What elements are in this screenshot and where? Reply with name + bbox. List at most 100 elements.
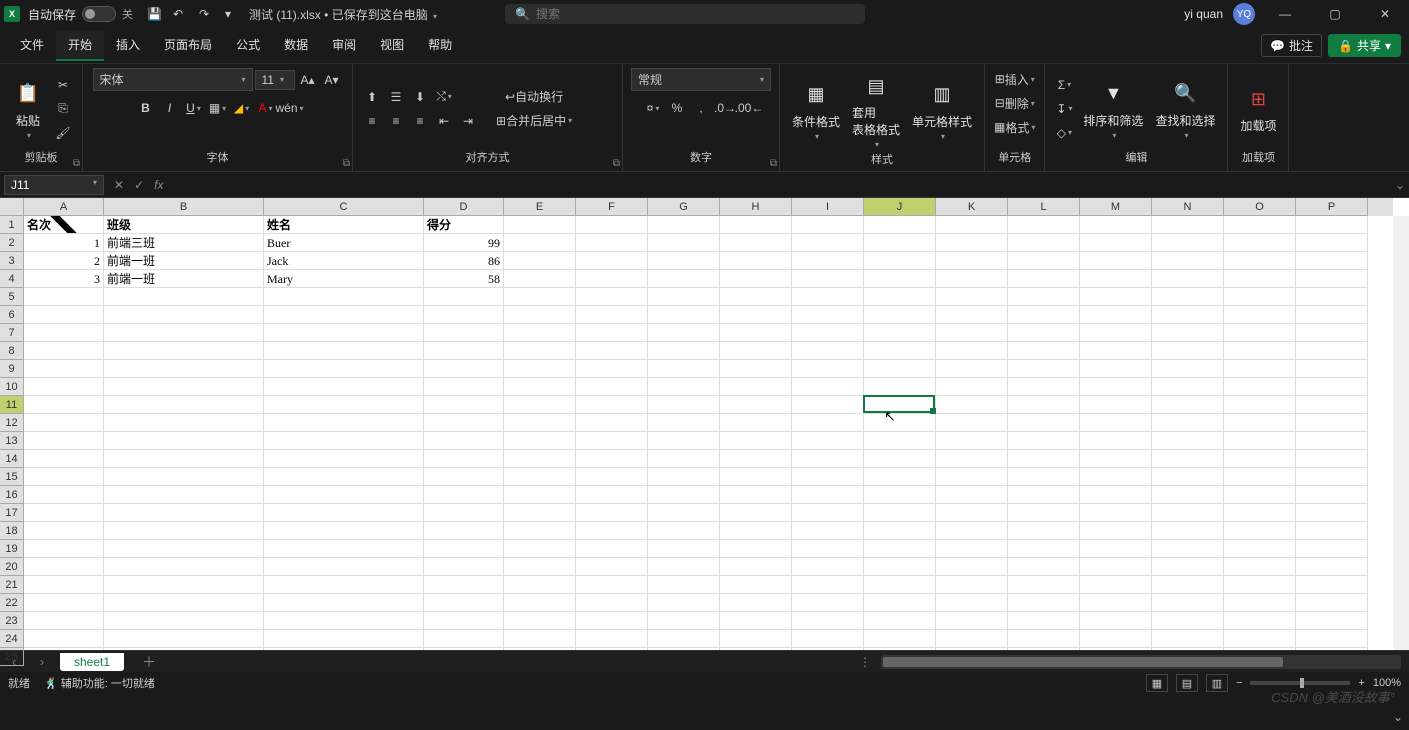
cell[interactable] xyxy=(720,504,792,522)
cell[interactable] xyxy=(1080,342,1152,360)
search-box[interactable]: 🔍 xyxy=(505,4,865,24)
cell[interactable] xyxy=(1224,468,1296,486)
cell[interactable] xyxy=(504,450,576,468)
cell[interactable] xyxy=(1152,576,1224,594)
cell[interactable] xyxy=(792,342,864,360)
zoom-slider[interactable] xyxy=(1250,681,1350,685)
cell[interactable] xyxy=(1224,558,1296,576)
cell[interactable] xyxy=(264,468,424,486)
cell[interactable] xyxy=(648,558,720,576)
cell[interactable] xyxy=(1008,450,1080,468)
cell[interactable] xyxy=(1296,612,1368,630)
cell[interactable] xyxy=(1296,468,1368,486)
cell[interactable] xyxy=(720,432,792,450)
cell[interactable] xyxy=(720,324,792,342)
currency-icon[interactable]: ¤▾ xyxy=(642,97,664,119)
formula-input[interactable] xyxy=(173,175,1391,194)
cell[interactable] xyxy=(424,450,504,468)
column-header[interactable]: E xyxy=(504,198,576,216)
user-avatar[interactable]: YQ xyxy=(1233,3,1255,25)
cell[interactable] xyxy=(792,540,864,558)
expand-formula-bar-icon[interactable]: ⌄ xyxy=(1391,178,1409,192)
cell[interactable] xyxy=(1296,216,1368,234)
cell[interactable] xyxy=(1224,396,1296,414)
cell[interactable] xyxy=(264,612,424,630)
cell[interactable] xyxy=(24,612,104,630)
cell[interactable] xyxy=(1080,216,1152,234)
cell[interactable] xyxy=(576,378,648,396)
cell[interactable] xyxy=(24,288,104,306)
cell[interactable] xyxy=(1152,630,1224,648)
cell[interactable] xyxy=(1080,468,1152,486)
comments-button[interactable]: 💬 批注 xyxy=(1261,34,1322,57)
tab-帮助[interactable]: 帮助 xyxy=(416,30,464,61)
cell[interactable] xyxy=(424,594,504,612)
cell[interactable] xyxy=(648,612,720,630)
cell[interactable] xyxy=(720,216,792,234)
cell[interactable] xyxy=(864,522,936,540)
cell[interactable] xyxy=(648,576,720,594)
cell[interactable] xyxy=(648,324,720,342)
autosum-icon[interactable]: Σ▾ xyxy=(1053,74,1075,96)
cell[interactable] xyxy=(1224,540,1296,558)
cell[interactable] xyxy=(576,612,648,630)
cell[interactable] xyxy=(792,396,864,414)
row-header[interactable]: 12 xyxy=(0,414,24,432)
cell[interactable] xyxy=(24,486,104,504)
cell[interactable] xyxy=(576,324,648,342)
cell[interactable] xyxy=(1080,648,1152,650)
cell[interactable] xyxy=(1296,540,1368,558)
cell[interactable] xyxy=(504,540,576,558)
cell[interactable] xyxy=(864,360,936,378)
horizontal-scrollbar[interactable] xyxy=(881,655,1401,669)
cell[interactable] xyxy=(1296,630,1368,648)
cell[interactable] xyxy=(424,378,504,396)
cell[interactable] xyxy=(1008,234,1080,252)
fx-icon[interactable]: fx xyxy=(150,178,167,192)
cell[interactable] xyxy=(424,612,504,630)
cell[interactable] xyxy=(720,630,792,648)
cell[interactable] xyxy=(264,414,424,432)
cell[interactable] xyxy=(936,612,1008,630)
sheet-nav-next-icon[interactable]: › xyxy=(28,655,56,669)
cell[interactable] xyxy=(104,288,264,306)
cell[interactable] xyxy=(648,594,720,612)
row-header[interactable]: 23 xyxy=(0,612,24,630)
cell[interactable] xyxy=(1152,396,1224,414)
cell[interactable]: 前端三班 xyxy=(104,234,264,252)
cell[interactable] xyxy=(1080,576,1152,594)
cell[interactable] xyxy=(1008,432,1080,450)
cell[interactable] xyxy=(504,234,576,252)
cell[interactable] xyxy=(576,270,648,288)
cell[interactable] xyxy=(504,360,576,378)
row-header[interactable]: 10 xyxy=(0,378,24,396)
align-left-icon[interactable]: ≡ xyxy=(361,110,383,132)
cell[interactable] xyxy=(576,630,648,648)
cancel-formula-icon[interactable]: ✕ xyxy=(110,178,128,192)
cell[interactable] xyxy=(424,432,504,450)
cell[interactable] xyxy=(1152,216,1224,234)
cell[interactable] xyxy=(792,324,864,342)
increase-font-icon[interactable]: A▴ xyxy=(297,69,319,91)
column-header[interactable]: I xyxy=(792,198,864,216)
cell[interactable] xyxy=(1224,252,1296,270)
cell[interactable] xyxy=(720,306,792,324)
cells-area[interactable]: 名次班级姓名得分1前端三班Buer992前端一班Jack863前端一班Mary5… xyxy=(24,216,1393,650)
cell[interactable] xyxy=(1224,288,1296,306)
zoom-in-icon[interactable]: + xyxy=(1358,677,1364,689)
cell[interactable] xyxy=(264,486,424,504)
cell[interactable] xyxy=(504,522,576,540)
tab-视图[interactable]: 视图 xyxy=(368,30,416,61)
cell[interactable] xyxy=(936,378,1008,396)
cell[interactable] xyxy=(792,630,864,648)
cell[interactable] xyxy=(936,486,1008,504)
cell[interactable] xyxy=(24,594,104,612)
cell[interactable] xyxy=(1008,288,1080,306)
cell[interactable] xyxy=(864,648,936,650)
row-header[interactable]: 8 xyxy=(0,342,24,360)
cell[interactable] xyxy=(1296,576,1368,594)
clear-icon[interactable]: ◇▾ xyxy=(1053,122,1075,144)
cell[interactable] xyxy=(1008,522,1080,540)
cell[interactable] xyxy=(1152,522,1224,540)
cell[interactable] xyxy=(1080,540,1152,558)
